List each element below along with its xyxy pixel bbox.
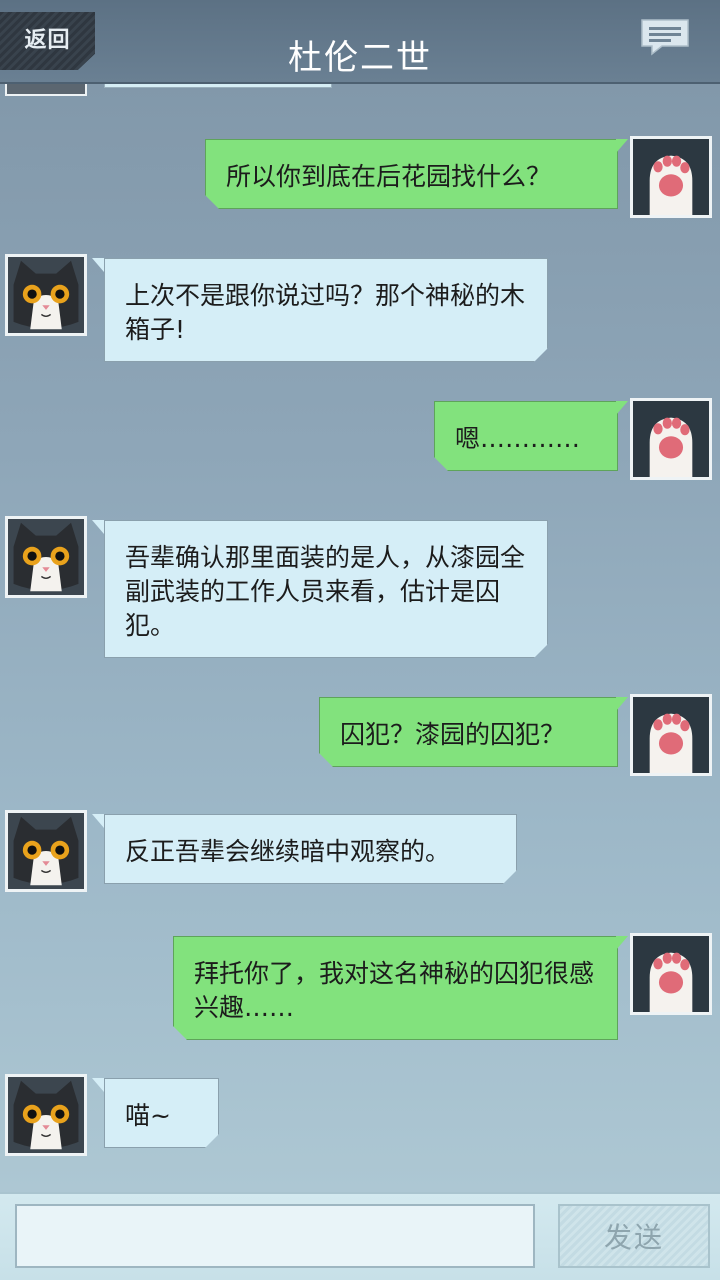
message-bubble-incoming: 反正吾辈会继续暗中观察的。 xyxy=(104,814,517,884)
bubble-tail xyxy=(616,139,628,153)
message-text: 反正吾辈会继续暗中观察的。 xyxy=(125,837,451,866)
cat-avatar[interactable] xyxy=(5,1074,87,1156)
message-text: 嗯………… xyxy=(455,424,581,453)
bubble-tail xyxy=(616,697,628,711)
message-text: 吾辈确认那里面装的是人，从漆园全副武装的工作人员来看，估计是囚犯。 xyxy=(125,543,526,640)
message-bubble-incoming: 吾辈确认那里面装的是人，从漆园全副武装的工作人员来看，估计是囚犯。 xyxy=(104,520,548,658)
message-bubble-outgoing: 所以你到底在后花园找什么？ xyxy=(205,139,618,209)
message-text: 上次不是跟你说过吗？那个神秘的木箱子! xyxy=(125,281,526,344)
bubble-tail xyxy=(92,258,104,272)
paw-avatar[interactable] xyxy=(630,933,712,1015)
chat-title: 杜伦二世 xyxy=(288,38,432,78)
message-bubble-outgoing: 拜托你了，我对这名神秘的囚犯很感兴趣…… xyxy=(173,936,618,1040)
message-text: 喵~ xyxy=(125,1101,171,1130)
send-button[interactable]: 发送 xyxy=(558,1204,710,1268)
bubble-tail xyxy=(92,814,104,828)
message-bubble-incoming: 上次不是跟你说过吗？那个神秘的木箱子! xyxy=(104,258,548,362)
bubble-tail xyxy=(92,1078,104,1092)
message-text: 拜托你了，我对这名神秘的囚犯很感兴趣…… xyxy=(194,959,595,1022)
send-button-label: 发送 xyxy=(603,1221,664,1254)
previous-bubble-fragment xyxy=(104,84,332,88)
cat-avatar[interactable] xyxy=(5,516,87,598)
message-bubble-outgoing: 嗯………… xyxy=(434,401,618,471)
message-text: 囚犯？漆园的囚犯？ xyxy=(340,720,566,749)
bubble-tail xyxy=(616,401,628,415)
message-bubble-outgoing: 囚犯？漆园的囚犯？ xyxy=(319,697,618,767)
message-text: 所以你到底在后花园找什么？ xyxy=(226,162,552,191)
message-icon[interactable] xyxy=(640,18,690,56)
paw-avatar[interactable] xyxy=(630,136,712,218)
input-bar: 发送 xyxy=(0,1192,720,1280)
bubble-tail xyxy=(92,520,104,534)
message-bubble-incoming: 喵~ xyxy=(104,1078,219,1148)
paw-avatar[interactable] xyxy=(630,398,712,480)
paw-avatar[interactable] xyxy=(630,694,712,776)
message-input[interactable] xyxy=(15,1204,535,1268)
previous-avatar-fragment xyxy=(5,84,87,96)
cat-avatar[interactable] xyxy=(5,254,87,336)
cat-avatar[interactable] xyxy=(5,810,87,892)
bubble-tail xyxy=(616,936,628,950)
chat-header: 返回 杜伦二世 xyxy=(0,0,720,84)
